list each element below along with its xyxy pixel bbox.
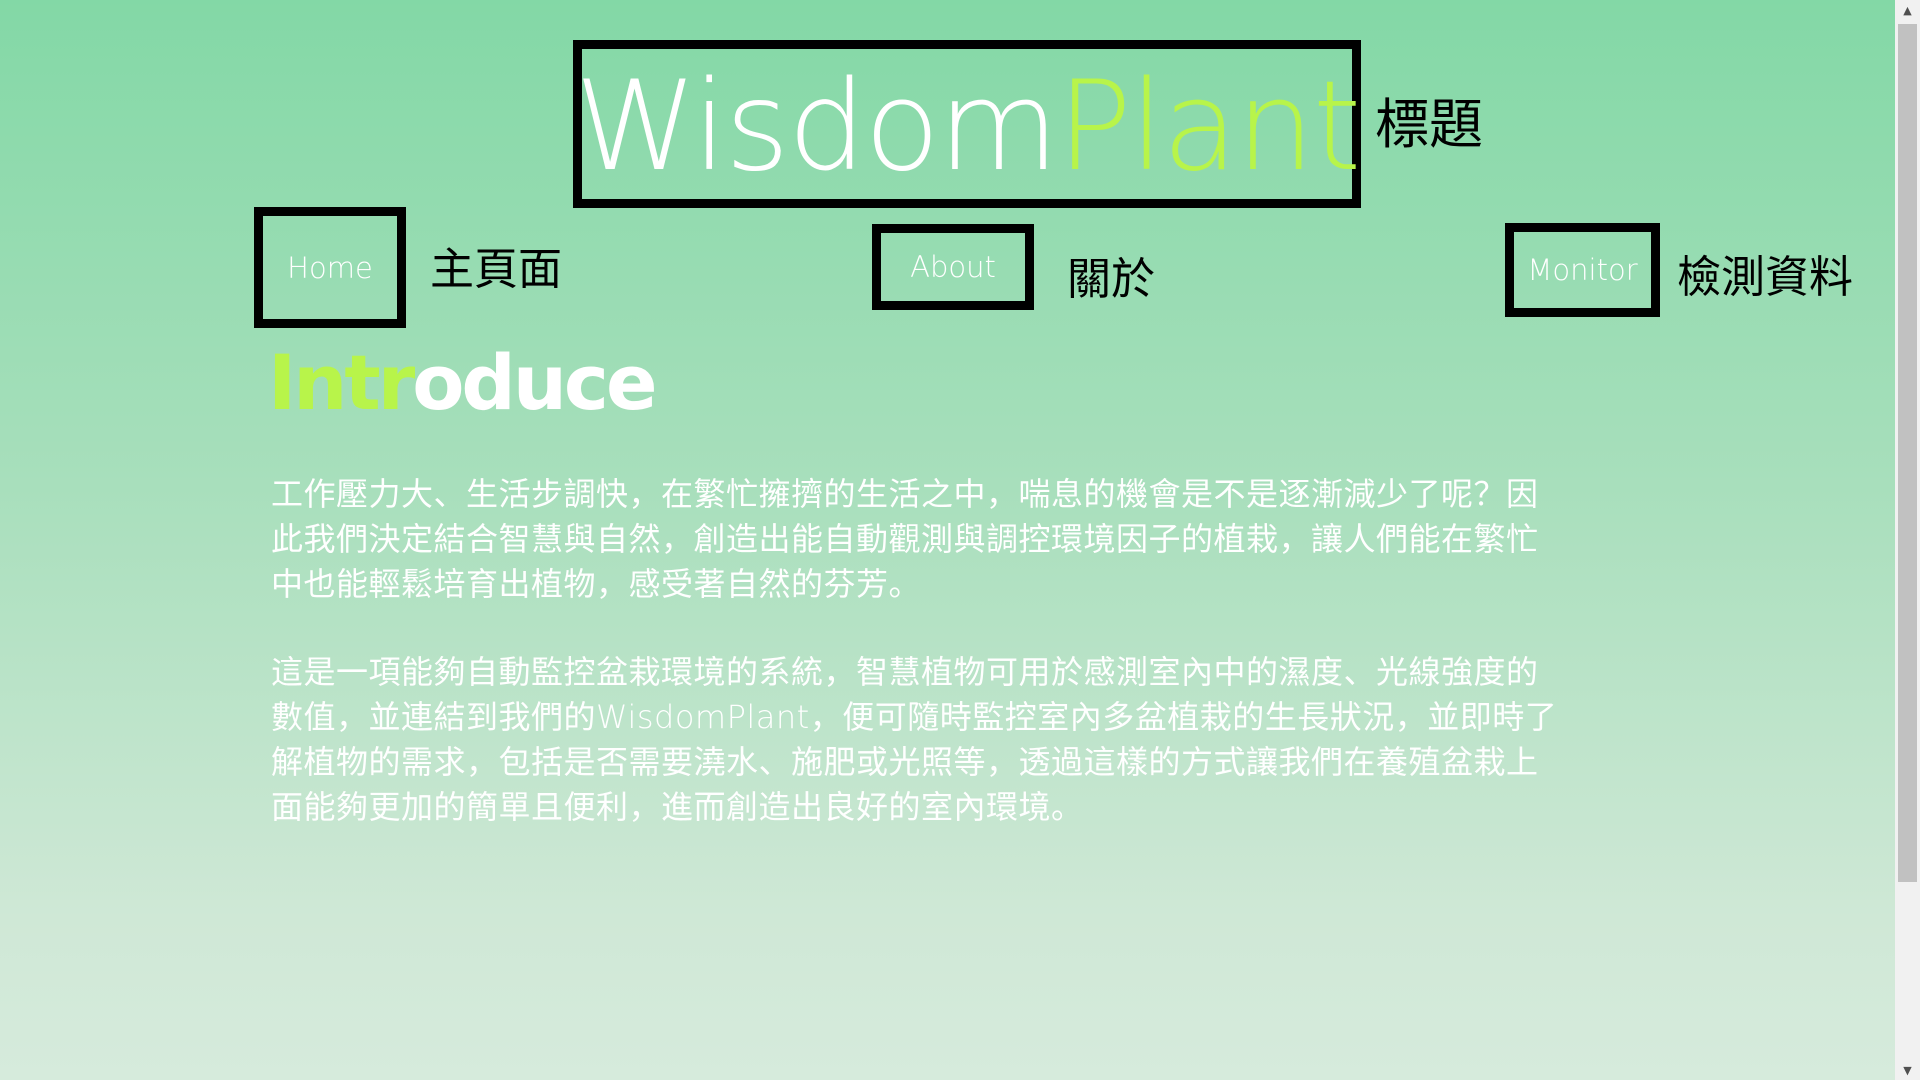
page: WisdomPlant 標題 Home 主頁面 About 關於 Monitor… bbox=[0, 0, 1895, 1080]
intro-heading: Introduce bbox=[268, 345, 658, 421]
intro-paragraph-2: 這是一項能夠自動監控盆栽環境的系統，智慧植物可用於感測室內中的濕度、光線強度的數… bbox=[271, 653, 1558, 826]
triangle-down-icon[interactable]: ▼ bbox=[1895, 1060, 1920, 1080]
nav-home-annotation: 主頁面 bbox=[430, 244, 562, 295]
logo-text-wisdom: Wisdom bbox=[574, 55, 1059, 199]
logo-annotation: 標題 bbox=[1375, 93, 1483, 156]
nav-monitor-annotation: 檢測資料 bbox=[1677, 252, 1853, 303]
nav-monitor-button[interactable]: Monitor bbox=[1505, 223, 1660, 317]
triangle-up-icon[interactable]: ▲ bbox=[1895, 0, 1920, 20]
intro-paragraph-1: 工作壓力大、生活步調快，在繁忙擁擠的生活之中，喘息的機會是不是逐漸減少了呢？因此… bbox=[271, 475, 1539, 603]
logo-text-plant: Plant bbox=[1056, 55, 1361, 199]
intro-heading-accent: Intr bbox=[268, 338, 415, 427]
intro-heading-rest: oduce bbox=[412, 338, 657, 427]
nav-about-annotation: 關於 bbox=[1067, 254, 1155, 305]
site-logo[interactable]: WisdomPlant bbox=[573, 40, 1361, 208]
nav-home-button[interactable]: Home bbox=[254, 207, 406, 328]
logo-text: WisdomPlant bbox=[575, 65, 1362, 189]
vertical-scrollbar[interactable]: ▲ ▼ bbox=[1895, 0, 1920, 1080]
nav-about-button[interactable]: About bbox=[872, 224, 1034, 310]
scrollbar-thumb[interactable] bbox=[1898, 24, 1917, 882]
